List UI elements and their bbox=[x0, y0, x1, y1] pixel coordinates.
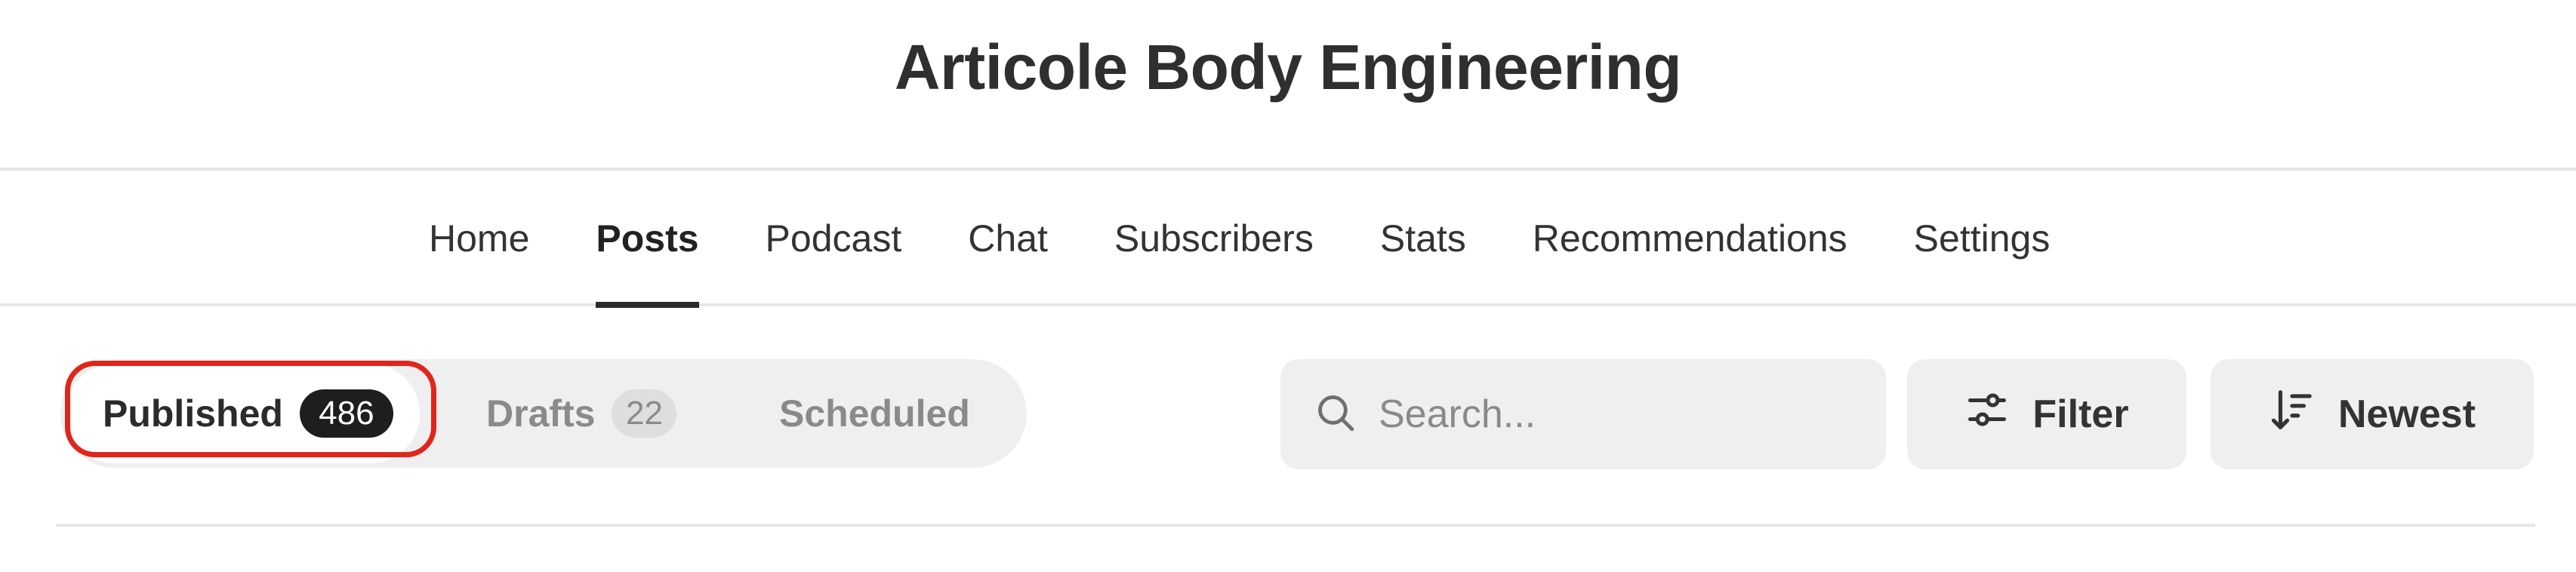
published-count-badge: 486 bbox=[299, 389, 393, 438]
nav-item-podcast[interactable]: Podcast bbox=[766, 171, 902, 306]
main-nav: Home Posts Podcast Chat Subscribers Stat… bbox=[0, 171, 2576, 308]
nav-item-home[interactable]: Home bbox=[429, 171, 529, 306]
tab-scheduled[interactable]: Scheduled bbox=[779, 359, 970, 468]
sort-descending-icon bbox=[2269, 386, 2338, 443]
nav-item-chat[interactable]: Chat bbox=[968, 171, 1048, 306]
post-status-tabs: Published 486 Drafts 22 Scheduled bbox=[60, 359, 1027, 468]
filter-button[interactable]: Filter bbox=[1907, 359, 2186, 469]
nav-item-subscribers[interactable]: Subscribers bbox=[1114, 171, 1314, 306]
posts-page: Articole Body Engineering Home Posts Pod… bbox=[0, 0, 2576, 572]
drafts-count-badge: 22 bbox=[612, 389, 677, 438]
nav-item-settings[interactable]: Settings bbox=[1914, 171, 2051, 306]
content-divider bbox=[56, 524, 2535, 527]
tab-published[interactable]: Published 486 bbox=[65, 364, 420, 463]
search-icon bbox=[1314, 391, 1357, 438]
search-box[interactable] bbox=[1280, 359, 1886, 469]
nav-item-recommendations[interactable]: Recommendations bbox=[1533, 171, 1847, 306]
sort-button[interactable]: Newest bbox=[2211, 359, 2534, 469]
nav-item-stats[interactable]: Stats bbox=[1380, 171, 1466, 306]
site-header: Articole Body Engineering bbox=[0, 0, 2576, 171]
site-title: Articole Body Engineering bbox=[894, 31, 1682, 103]
tab-drafts[interactable]: Drafts 22 bbox=[486, 359, 677, 468]
nav-item-posts[interactable]: Posts bbox=[596, 171, 699, 308]
filter-label: Filter bbox=[2032, 392, 2129, 436]
tab-drafts-label: Drafts bbox=[486, 392, 596, 435]
tab-scheduled-label: Scheduled bbox=[779, 392, 970, 435]
sliders-icon bbox=[1964, 387, 2032, 442]
tab-published-label: Published bbox=[103, 392, 283, 435]
search-input[interactable] bbox=[1379, 392, 1877, 437]
sort-label: Newest bbox=[2337, 392, 2476, 436]
nav-list: Home Posts Podcast Chat Subscribers Stat… bbox=[429, 171, 2051, 308]
